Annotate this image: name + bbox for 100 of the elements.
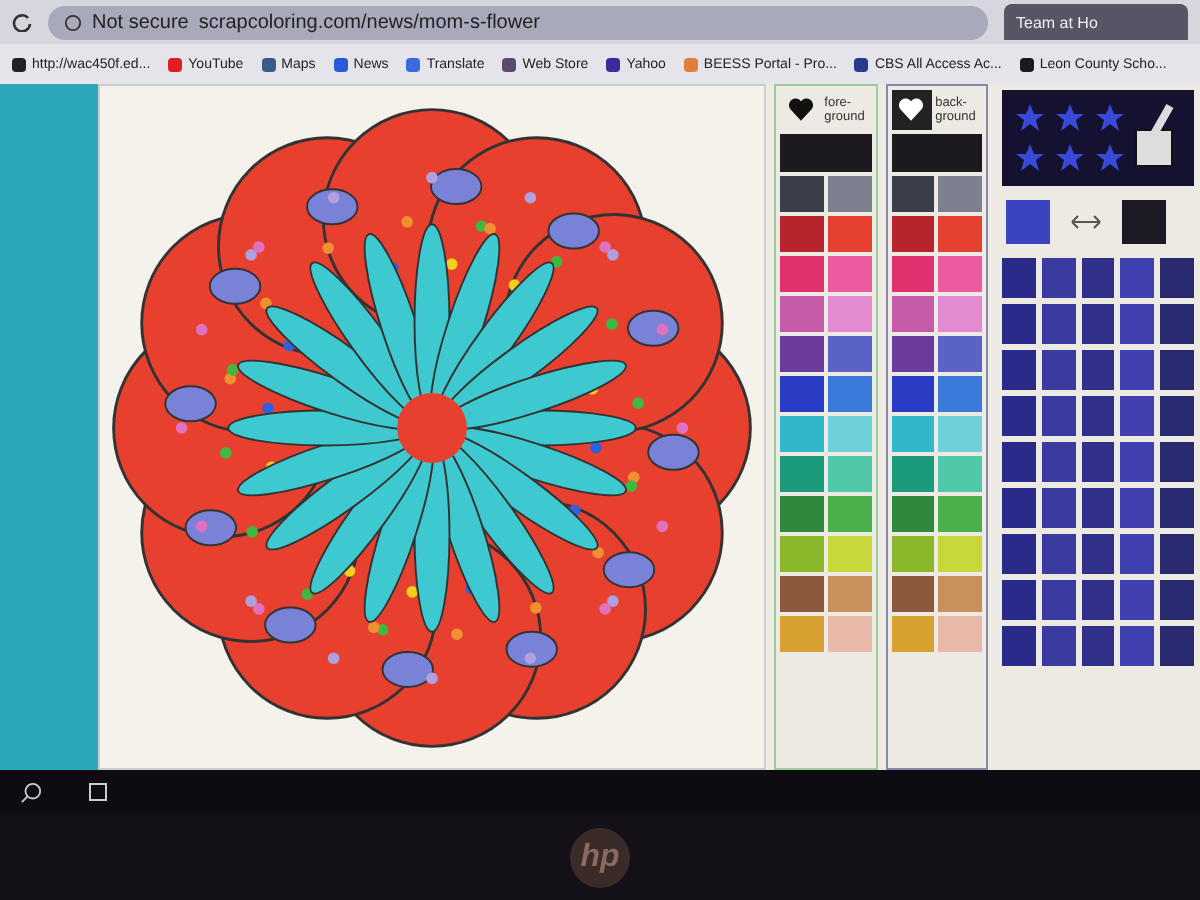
pattern-tile[interactable] <box>1120 258 1155 298</box>
pattern-tile[interactable] <box>1002 488 1036 528</box>
info-icon[interactable] <box>64 13 82 31</box>
color-swatch[interactable] <box>891 216 935 252</box>
pattern-tile[interactable] <box>1120 580 1155 620</box>
color-swatch[interactable] <box>938 296 982 332</box>
color-swatch[interactable] <box>938 176 982 212</box>
pattern-tile[interactable] <box>1120 488 1155 528</box>
pattern-tile[interactable] <box>1160 350 1194 390</box>
heart-swatch[interactable] <box>891 90 932 130</box>
pattern-tile[interactable] <box>1120 534 1155 574</box>
color-swatch[interactable] <box>938 496 982 532</box>
color-swatch[interactable] <box>827 216 872 252</box>
color-swatch[interactable] <box>827 576 872 612</box>
pattern-tile[interactable] <box>1120 304 1155 344</box>
pattern-tile[interactable] <box>1081 580 1115 620</box>
color-swatch[interactable] <box>891 336 935 372</box>
color-swatch[interactable] <box>780 376 824 412</box>
color-swatch[interactable] <box>938 616 982 652</box>
pattern-tile[interactable] <box>1160 534 1194 574</box>
pattern-tile[interactable] <box>1120 396 1155 436</box>
pattern-tile[interactable] <box>1002 534 1036 574</box>
color-swatch[interactable] <box>891 296 935 332</box>
pattern-tile[interactable] <box>1160 396 1194 436</box>
pattern-tile[interactable] <box>1002 626 1036 666</box>
pattern-tile[interactable] <box>1081 488 1115 528</box>
color-swatch[interactable] <box>827 176 872 212</box>
color-swatch[interactable] <box>938 336 982 372</box>
pattern-tile[interactable] <box>1002 396 1036 436</box>
color-swatch[interactable] <box>891 576 935 612</box>
color-swatch[interactable] <box>780 296 824 332</box>
color-swatch[interactable] <box>938 416 982 452</box>
color-swatch[interactable] <box>827 536 872 572</box>
color-swatch[interactable] <box>891 496 935 532</box>
pattern-tile[interactable] <box>1081 534 1115 574</box>
pattern-tile[interactable] <box>1081 258 1115 298</box>
color-swatch[interactable] <box>780 336 824 372</box>
color-swatch[interactable] <box>827 616 872 652</box>
color-swatch[interactable] <box>780 256 824 292</box>
address-bar[interactable]: Not secure scrapcoloring.com/news/mom-s-flower <box>48 5 988 39</box>
color-swatch[interactable] <box>780 576 824 612</box>
pattern-tile[interactable] <box>1002 442 1036 482</box>
pattern-tile[interactable] <box>1002 258 1036 298</box>
pattern-tile[interactable] <box>1041 304 1076 344</box>
browser-tab[interactable]: Team at Ho <box>1004 4 1188 40</box>
color-swatch[interactable] <box>938 216 982 252</box>
color-swatch[interactable] <box>891 134 982 172</box>
color-swatch[interactable] <box>938 576 982 612</box>
color-swatch[interactable] <box>938 456 982 492</box>
color-swatch[interactable] <box>827 256 872 292</box>
pattern-tile[interactable] <box>1081 626 1115 666</box>
pattern-tile[interactable] <box>1160 442 1194 482</box>
pattern-tile[interactable] <box>1081 442 1115 482</box>
pattern-tile[interactable] <box>1120 350 1155 390</box>
color-swatch[interactable] <box>891 176 935 212</box>
color-swatch[interactable] <box>938 256 982 292</box>
task-view-icon[interactable] <box>86 782 110 802</box>
pattern-tile[interactable] <box>1160 258 1194 298</box>
color-swatch[interactable] <box>780 456 824 492</box>
color-swatch[interactable] <box>780 176 824 212</box>
pattern-tile[interactable] <box>1120 442 1155 482</box>
color-swatch[interactable] <box>827 496 872 532</box>
pattern-tile[interactable] <box>1041 626 1076 666</box>
pattern-tile[interactable] <box>1002 350 1036 390</box>
pattern-tile[interactable] <box>1041 534 1076 574</box>
pattern-tile[interactable] <box>1160 580 1194 620</box>
color-swatch[interactable] <box>780 536 824 572</box>
color-swatch[interactable] <box>827 336 872 372</box>
pattern-tile[interactable] <box>1041 350 1076 390</box>
pattern-tile[interactable] <box>1160 304 1194 344</box>
reload-icon[interactable] <box>12 12 32 32</box>
color-swatch[interactable] <box>780 616 824 652</box>
pattern-tile[interactable] <box>1041 488 1076 528</box>
pattern-tile[interactable] <box>1041 258 1076 298</box>
pattern-tile[interactable] <box>1002 304 1036 344</box>
background-swatch[interactable] <box>1122 200 1166 244</box>
color-swatch[interactable] <box>938 376 982 412</box>
pattern-tile[interactable] <box>1160 626 1194 666</box>
color-swatch[interactable] <box>780 134 872 172</box>
color-swatch[interactable] <box>891 536 935 572</box>
color-swatch[interactable] <box>891 416 935 452</box>
color-swatch[interactable] <box>827 376 872 412</box>
color-swatch[interactable] <box>891 376 935 412</box>
color-swatch[interactable] <box>891 256 935 292</box>
foreground-swatch[interactable] <box>1006 200 1050 244</box>
pattern-tile[interactable] <box>1041 396 1076 436</box>
swap-icon[interactable] <box>1070 214 1102 230</box>
color-swatch[interactable] <box>891 456 935 492</box>
color-swatch[interactable] <box>780 496 824 532</box>
pattern-tile[interactable] <box>1081 396 1115 436</box>
pattern-tile[interactable] <box>1081 350 1115 390</box>
search-icon[interactable] <box>20 781 42 803</box>
pattern-tile[interactable] <box>1041 580 1076 620</box>
pattern-tile[interactable] <box>1002 580 1036 620</box>
color-swatch[interactable] <box>780 416 824 452</box>
color-swatch[interactable] <box>891 616 935 652</box>
color-swatch[interactable] <box>780 216 824 252</box>
color-swatch[interactable] <box>827 416 872 452</box>
pattern-tile[interactable] <box>1160 488 1194 528</box>
pattern-tile[interactable] <box>1120 626 1155 666</box>
